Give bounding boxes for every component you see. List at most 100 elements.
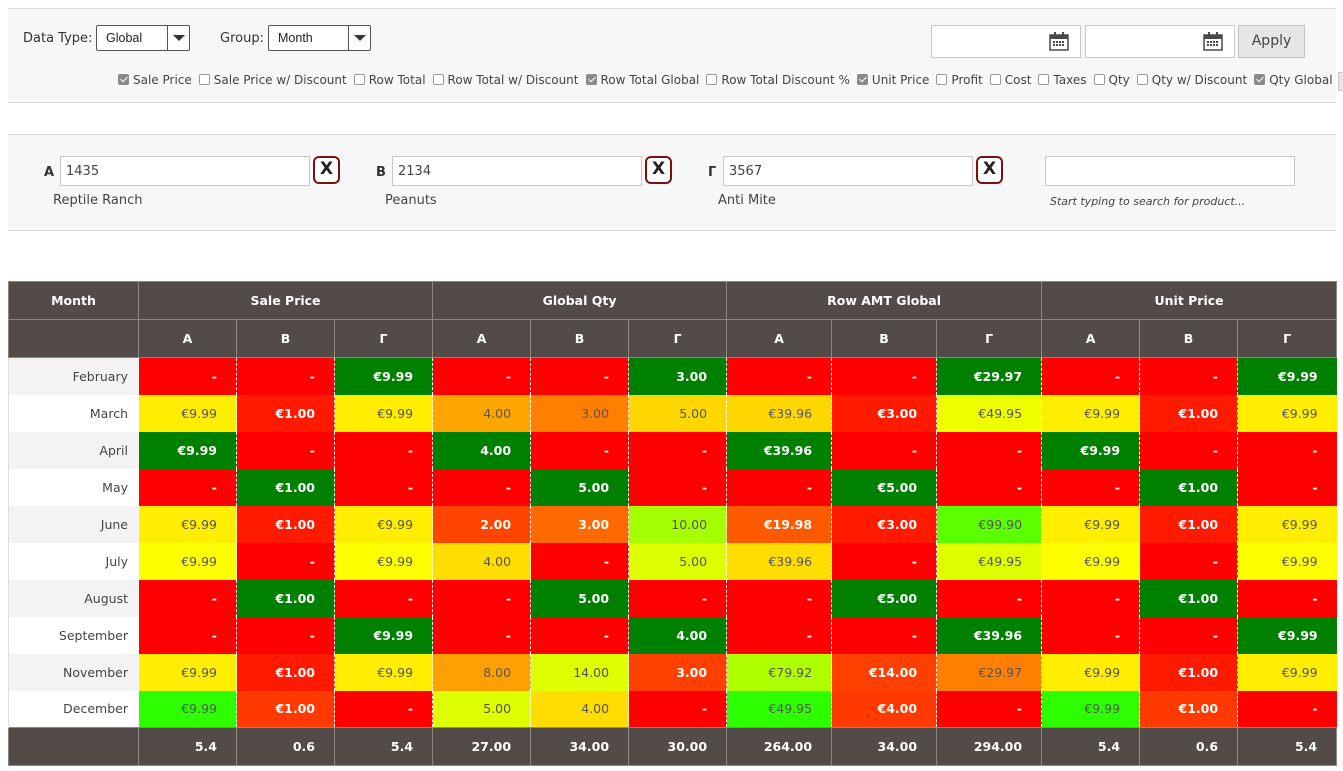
sub-header-product[interactable]: Γ xyxy=(1237,319,1338,358)
heatmap-cell: 4.00 xyxy=(628,616,727,654)
checkbox-unchecked-icon[interactable] xyxy=(1093,74,1105,85)
checkbox-taxes[interactable]: Taxes xyxy=(1038,72,1087,87)
heatmap-cell: 4.00 xyxy=(432,394,531,432)
product-g-name: Anti Mite xyxy=(718,193,776,208)
checkbox-unchecked-icon[interactable] xyxy=(1136,74,1148,85)
remove-product-a-button[interactable]: X xyxy=(313,156,340,184)
total-cell: 294.00 xyxy=(936,727,1043,766)
heatmap-cell: €29.97 xyxy=(936,653,1042,691)
calendar-icon[interactable] xyxy=(1049,32,1069,51)
checkbox-unchecked-icon[interactable] xyxy=(353,74,365,85)
calendar-icon[interactable] xyxy=(1203,32,1223,51)
table-row: September - - €9.99- -4.00- - €39.96- - €9.99 xyxy=(8,616,1337,654)
sub-header-product[interactable]: A xyxy=(432,319,532,358)
chevron-down-icon[interactable] xyxy=(167,26,189,50)
sub-header-product[interactable]: A xyxy=(726,319,833,358)
remove-product-g-button[interactable]: X xyxy=(976,156,1003,184)
product-b-input[interactable]: 2134 xyxy=(392,156,642,186)
checkbox-row-total-global[interactable]: Row Total Global xyxy=(585,72,700,87)
checkbox-cost[interactable]: Cost xyxy=(989,73,1031,87)
column-checkboxes: Sale Price Sale Price w/ Discount Row Tota… xyxy=(118,72,1343,91)
heatmap-cell: - xyxy=(1139,357,1238,395)
heatmap-cell: - xyxy=(432,616,531,654)
total-cell: 34.00 xyxy=(831,727,938,766)
total-cell: 30.00 xyxy=(628,727,728,766)
heatmap-cell: €9.99 xyxy=(138,505,237,543)
checkbox-unchecked-icon[interactable] xyxy=(706,74,718,85)
checkbox-unchecked-icon[interactable] xyxy=(1038,74,1050,85)
month-cell: December xyxy=(8,690,139,728)
sub-header-product[interactable]: Γ xyxy=(628,319,728,358)
heatmap-cell: €4.00 xyxy=(831,690,937,728)
checkbox-unchecked-icon[interactable] xyxy=(432,74,444,85)
heatmap-cell: €9.99 xyxy=(1041,394,1140,432)
heatmap-cell: - xyxy=(333,690,433,728)
checkbox-row-total-w-discount[interactable]: Row Total w/ Discount xyxy=(432,73,579,87)
checkbox-qty[interactable]: Qty xyxy=(1093,73,1130,87)
heatmap-cell: €39.96 xyxy=(936,616,1042,654)
checkbox-unchecked-icon[interactable] xyxy=(989,74,1001,85)
chevron-down-icon[interactable] xyxy=(348,26,370,50)
sub-header-product[interactable]: A xyxy=(1041,319,1141,358)
heatmap-cell: €9.99 xyxy=(1041,542,1140,580)
date-to-input[interactable] xyxy=(1085,25,1235,58)
column-header-month[interactable]: Month xyxy=(8,281,139,320)
checkbox-label: Taxes xyxy=(1053,72,1087,87)
checkbox-checked-icon[interactable] xyxy=(585,74,597,85)
group-value: Month xyxy=(278,31,313,45)
heatmap-cell: €9.99 xyxy=(333,394,433,432)
checkbox-label: Row Total Discount % xyxy=(721,72,850,87)
product-g-input[interactable]: 3567 xyxy=(723,156,973,186)
heatmap-cell: - xyxy=(236,357,335,395)
product-b-letter: B xyxy=(376,165,386,180)
apply-button[interactable]: Apply xyxy=(1238,25,1305,58)
group-select[interactable]: Month xyxy=(268,25,371,51)
remove-product-b-button[interactable]: X xyxy=(645,156,672,184)
product-a-input[interactable]: 1435 xyxy=(60,156,310,186)
checkbox-label: Row Total Global xyxy=(600,72,700,87)
month-cell: March xyxy=(8,394,139,432)
checkbox-sale-price-w-discount[interactable]: Sale Price w/ Discount xyxy=(198,73,347,87)
heatmap-cell: €9.99 xyxy=(1041,505,1140,543)
table-row: July €9.99- €9.99 4.00-5.00 €39.96- €49.95 €9.… xyxy=(8,542,1337,580)
heatmap-cell: - xyxy=(432,579,531,617)
heatmap-cell: 8.00 xyxy=(432,653,531,691)
product-search-input[interactable] xyxy=(1045,156,1295,186)
sub-header-product[interactable]: A xyxy=(138,319,237,358)
checkbox-row-total-discount[interactable]: Row Total Discount % xyxy=(706,73,850,87)
checkbox-qty-global[interactable]: Qty Global xyxy=(1254,73,1333,87)
heatmap-cell: - xyxy=(628,468,727,506)
table-row: March €9.99 €1.00 €9.99 4.00 3.00 5.00 €39.96 €3… xyxy=(8,394,1337,432)
heatmap-cell: - xyxy=(530,616,629,654)
checkbox-unit-price[interactable]: Unit Price xyxy=(856,73,929,87)
checkbox-checked-icon[interactable] xyxy=(118,74,129,85)
sub-header-product[interactable]: B xyxy=(831,319,938,358)
checkbox-unchecked-icon[interactable] xyxy=(198,74,210,85)
checkbox-row-total[interactable]: Row Total xyxy=(353,72,426,87)
sub-header-product[interactable]: Γ xyxy=(936,319,1043,358)
sub-header-product[interactable]: B xyxy=(1139,319,1239,358)
checkbox-checked-icon[interactable] xyxy=(856,74,868,85)
sub-header-product[interactable]: Γ xyxy=(333,319,434,358)
heatmap-cell: - xyxy=(236,542,335,580)
heatmap-cell: - xyxy=(530,357,629,395)
checkbox-checked-icon[interactable] xyxy=(1254,74,1266,85)
heatmap-cell: - xyxy=(628,579,727,617)
heatmap-cell: 10.00 xyxy=(628,505,727,543)
heatmap-cell: - xyxy=(333,579,433,617)
heatmap-cell: €9.99 xyxy=(333,653,433,691)
ok-button[interactable]: OK xyxy=(1337,72,1343,91)
data-type-select[interactable]: Global xyxy=(96,25,190,51)
checkbox-sale-price[interactable]: Sale Price xyxy=(118,73,192,87)
checkbox-unchecked-icon[interactable] xyxy=(936,74,948,85)
heatmap-cell: - xyxy=(333,431,433,469)
date-from-input[interactable] xyxy=(931,25,1081,58)
checkbox-qty-w-discount[interactable]: Qty w/ Discount xyxy=(1136,73,1247,87)
sub-header-product[interactable]: B xyxy=(236,319,335,358)
sub-header-product[interactable]: B xyxy=(530,319,630,358)
heatmap-cell: - xyxy=(1041,468,1140,506)
checkbox-profit[interactable]: Profit xyxy=(936,73,983,87)
month-cell: September xyxy=(8,616,139,654)
heatmap-cell: €1.00 xyxy=(1139,653,1238,691)
checkbox-label: Row Total xyxy=(368,72,426,87)
